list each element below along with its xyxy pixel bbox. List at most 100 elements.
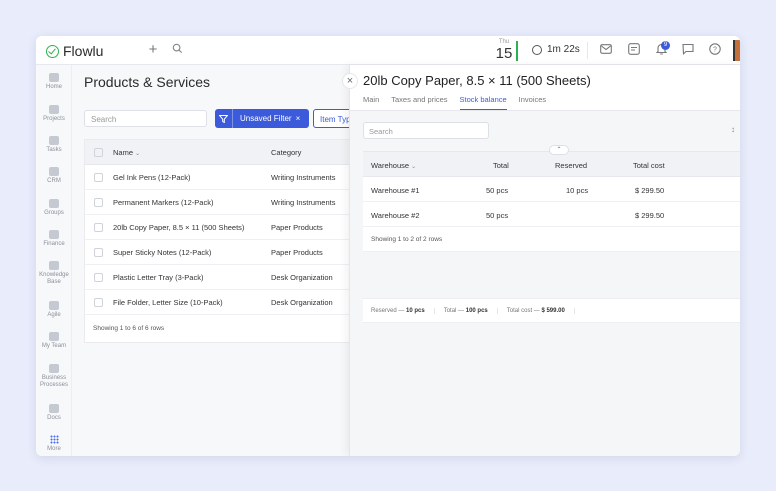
- product-name[interactable]: Gel Ink Pens (12-Pack): [113, 173, 191, 182]
- sidebar-item-label: My Team: [41, 343, 67, 349]
- sidebar-item-business-processes[interactable]: Business Processes: [36, 364, 72, 389]
- detail-title: 20lb Copy Paper, 8.5 × 11 (500 Sheets): [363, 73, 591, 88]
- close-icon[interactable]: ×: [342, 73, 358, 89]
- sidebar-item-projects[interactable]: Projects: [36, 105, 72, 123]
- chat-icon[interactable]: [681, 43, 695, 57]
- top-bar: Flowlu + Thu 15 1m 22s 9 ?: [36, 36, 740, 65]
- clear-filter-icon[interactable]: ×: [296, 114, 301, 123]
- rows-count: Showing 1 to 6 of 6 rows: [93, 325, 165, 332]
- warehouse-total-cost: $ 299.50: [635, 186, 665, 195]
- tasks-icon: [49, 136, 59, 145]
- crm-icon: [49, 167, 59, 176]
- table-row[interactable]: Warehouse #1 50 pcs 10 pcs $ 299.50: [363, 177, 740, 202]
- sidebar-item-more[interactable]: More: [36, 435, 72, 453]
- product-category: Desk Organization: [271, 273, 333, 282]
- row-checkbox[interactable]: [94, 223, 103, 232]
- column-header-category[interactable]: Category: [271, 148, 301, 157]
- warehouse-reserved[interactable]: 10 pcs: [566, 186, 588, 195]
- product-category: Paper Products: [271, 223, 323, 232]
- table-row[interactable]: Plastic Letter Tray (3-Pack) Desk Organiz…: [85, 265, 383, 290]
- table-row[interactable]: Gel Ink Pens (12-Pack) Writing Instrument…: [85, 165, 383, 190]
- tab-taxes-and-prices[interactable]: Taxes and prices: [391, 95, 447, 110]
- sidebar-item-crm[interactable]: CRM: [36, 167, 72, 185]
- notes-icon[interactable]: [627, 43, 641, 57]
- sidebar: Home Projects Tasks CRM Groups Finance K…: [36, 65, 72, 456]
- summary-reserved: Reserved — 10 pcs: [371, 307, 435, 314]
- docs-icon: [49, 404, 59, 413]
- unsaved-filter-button[interactable]: Unsaved Filter ×: [215, 109, 309, 128]
- stock-summary: Reserved — 10 pcs Total — 100 pcs Total …: [363, 298, 740, 323]
- search-input[interactable]: Search: [84, 110, 207, 127]
- product-name[interactable]: Permanent Markers (12-Pack): [113, 198, 213, 207]
- table-row[interactable]: File Folder, Letter Size (10-Pack) Desk O…: [85, 290, 383, 315]
- sidebar-item-label: Docs: [47, 415, 61, 421]
- row-checkbox[interactable]: [94, 248, 103, 257]
- sidebar-item-label: Knowledge Base: [39, 272, 69, 285]
- sidebar-item-docs[interactable]: Docs: [36, 404, 72, 422]
- warehouse-name: Warehouse #1: [371, 186, 420, 195]
- table-header: Warehouse ⌄ Total Reserved Total cost: [363, 152, 740, 177]
- help-icon[interactable]: ?: [708, 43, 722, 57]
- summary-label: Total —: [443, 307, 465, 314]
- sidebar-item-label: Agile: [47, 312, 61, 318]
- timer-value: 1m 22s: [547, 44, 580, 55]
- sidebar-item-agile[interactable]: Agile: [36, 301, 72, 319]
- table-footer: Showing 1 to 6 of 6 rows: [85, 315, 383, 342]
- date-day: 15: [495, 45, 513, 62]
- product-name[interactable]: Plastic Letter Tray (3-Pack): [113, 273, 203, 282]
- row-checkbox[interactable]: [94, 298, 103, 307]
- table-row[interactable]: Super Sticky Notes (12-Pack) Paper Produc…: [85, 240, 383, 265]
- table-row[interactable]: Warehouse #2 50 pcs $ 299.50: [363, 202, 740, 227]
- column-header-name[interactable]: Name ⌄: [113, 148, 140, 157]
- sidebar-item-label: More: [47, 446, 61, 452]
- sort-toggle-icon[interactable]: ↕: [731, 125, 735, 134]
- tab-invoices[interactable]: Invoices: [519, 95, 547, 110]
- sidebar-item-label: Projects: [43, 116, 65, 122]
- timer[interactable]: 1m 22s: [532, 44, 580, 55]
- column-header-total-cost[interactable]: Total cost: [633, 161, 665, 170]
- sidebar-item-home[interactable]: Home: [36, 73, 72, 91]
- row-checkbox[interactable]: [94, 173, 103, 182]
- summary-label: Total cost —: [506, 307, 540, 314]
- summary-value: 100 pcs: [465, 307, 488, 314]
- sidebar-item-groups[interactable]: Groups: [36, 199, 72, 217]
- summary-total-cost: Total cost — $ 599.00: [506, 307, 575, 314]
- warehouse-search-input[interactable]: Search: [363, 122, 489, 139]
- detail-tabs: Main Taxes and prices Stock balance Invo…: [363, 95, 546, 110]
- product-category: Desk Organization: [271, 298, 333, 307]
- column-header-reserved[interactable]: Reserved: [555, 161, 587, 170]
- filter-icon: [215, 109, 233, 128]
- collapse-icon[interactable]: ⌃: [549, 145, 569, 155]
- mail-icon[interactable]: [599, 43, 613, 57]
- logo[interactable]: Flowlu: [46, 43, 103, 59]
- sidebar-item-label: Business Processes: [39, 375, 68, 388]
- table-row[interactable]: 20lb Copy Paper, 8.5 × 11 (500 Sheets) Pa…: [85, 215, 383, 240]
- product-name[interactable]: File Folder, Letter Size (10-Pack): [113, 298, 223, 307]
- warehouse-name: Warehouse #2: [371, 211, 420, 220]
- table-row[interactable]: Permanent Markers (12-Pack) Writing Instr…: [85, 190, 383, 215]
- tab-main[interactable]: Main: [363, 95, 379, 110]
- column-label: Name: [113, 148, 134, 157]
- date-display[interactable]: Thu 15: [494, 39, 514, 61]
- knowledge-base-icon: [49, 261, 59, 270]
- table-footer: Showing 1 to 2 of 2 rows: [363, 227, 740, 252]
- sidebar-item-finance[interactable]: Finance: [36, 230, 72, 248]
- product-name[interactable]: Super Sticky Notes (12-Pack): [113, 248, 211, 257]
- avatar[interactable]: [733, 40, 740, 61]
- home-icon: [49, 73, 59, 82]
- sidebar-item-label: Groups: [44, 210, 64, 216]
- column-header-total[interactable]: Total: [493, 161, 509, 170]
- sidebar-item-my-team[interactable]: My Team: [36, 332, 72, 350]
- sidebar-item-knowledge-base[interactable]: Knowledge Base: [36, 261, 72, 286]
- sidebar-item-tasks[interactable]: Tasks: [36, 136, 72, 154]
- row-checkbox[interactable]: [94, 273, 103, 282]
- column-header-warehouse[interactable]: Warehouse ⌄: [371, 161, 416, 170]
- add-icon[interactable]: +: [146, 42, 160, 57]
- row-checkbox[interactable]: [94, 198, 103, 207]
- product-name[interactable]: 20lb Copy Paper, 8.5 × 11 (500 Sheets): [113, 223, 244, 232]
- search-icon[interactable]: [170, 43, 184, 57]
- tab-stock-balance[interactable]: Stock balance: [459, 95, 507, 110]
- select-all-checkbox[interactable]: [94, 148, 103, 157]
- products-table: Name ⌄ Category Gel Ink Pens (12-Pack) Wr…: [84, 139, 384, 343]
- summary-value: $ 599.00: [541, 307, 565, 314]
